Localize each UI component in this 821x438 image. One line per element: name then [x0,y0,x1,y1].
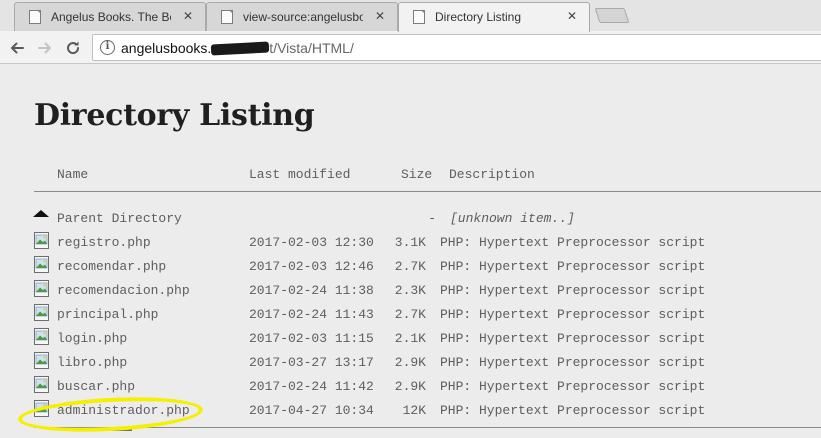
footer-divider [34,427,821,428]
file-description: PHP: Hypertext Preprocessor script [440,331,706,346]
file-name-cell[interactable]: principal.php [57,307,158,322]
file-modified: 2017-02-24 11:43 [249,307,374,322]
file-size: 2.9K [394,379,426,394]
parent-directory-row: Parent Directory - [unknown item..] [0,206,821,230]
column-header-size[interactable]: Size [401,167,432,182]
file-link[interactable]: administrador.php [57,403,190,418]
file-row: administrador.php 2017-04-27 10:34 12K PHP:… [0,398,821,422]
file-modified: 2017-02-03 12:46 [249,259,374,274]
tab-directory-listing[interactable]: Directory Listing ✕ [398,2,590,32]
file-description: PHP: Hypertext Preprocessor script [440,355,706,370]
file-name-cell[interactable]: recomendacion.php [57,283,190,298]
file-modified: 2017-03-27 13:17 [249,355,374,370]
browser-toolbar: i angelusbooks. t/Vista/HTML/ [0,31,821,64]
file-name-cell[interactable]: libro.php [57,355,127,370]
page-icon [413,10,425,24]
file-row: libro.php 2017-03-27 13:17 2.9K PHP: Hypert… [0,350,821,374]
url-host: angelusbooks. [121,40,212,56]
file-name-cell[interactable]: administrador.php [57,403,190,418]
file-size: 3.1K [394,235,426,250]
file-link[interactable]: login.php [57,331,127,346]
forward-button[interactable] [34,37,56,59]
page-icon [29,10,41,24]
url-text[interactable]: angelusbooks. t/Vista/HTML/ [121,40,354,56]
page-icon [221,10,233,24]
parent-description: [unknown item..] [450,211,575,226]
page-content: Directory Listing Name Last modified Siz… [0,64,821,438]
tab-strip: Angelus Books. The Best ✕ view-source:an… [0,0,821,32]
file-link[interactable]: recomendacion.php [57,283,190,298]
column-header-last-modified[interactable]: Last modified [249,167,350,182]
url-path: /Vista/HTML/ [273,40,354,56]
file-name-cell[interactable]: registro.php [57,235,151,250]
file-icon [34,280,49,301]
parent-directory-icon [33,210,49,217]
tab-angelus-books[interactable]: Angelus Books. The Best ✕ [14,2,206,31]
footer-divider-mark [90,428,132,431]
back-button[interactable] [6,37,28,59]
new-tab-button[interactable] [594,8,630,23]
file-modified: 2017-04-27 10:34 [249,403,374,418]
file-size: 12K [402,403,426,418]
tab-title: Angelus Books. The Best [51,10,171,24]
header-divider [34,191,821,192]
parent-size: - [428,211,436,226]
address-bar[interactable]: i angelusbooks. t/Vista/HTML/ [92,34,821,61]
file-link[interactable]: principal.php [57,307,158,322]
file-row: registro.php 2017-02-03 12:30 3.1K PHP: Hyp… [0,230,821,254]
file-description: PHP: Hypertext Preprocessor script [440,259,706,274]
file-name-cell[interactable]: recomendar.php [57,259,166,274]
reload-button[interactable] [62,37,84,59]
file-modified: 2017-02-24 11:38 [249,283,374,298]
file-description: PHP: Hypertext Preprocessor script [440,307,706,322]
file-row: recomendacion.php 2017-02-24 11:38 2.3K PHP… [0,278,821,302]
close-icon[interactable]: ✕ [375,9,385,23]
file-description: PHP: Hypertext Preprocessor script [440,379,706,394]
file-size: 2.9K [394,355,426,370]
file-icon [34,304,49,325]
close-icon[interactable]: ✕ [183,9,193,23]
column-header-description[interactable]: Description [449,167,535,182]
column-header-name[interactable]: Name [57,167,88,182]
file-icon [34,232,49,253]
info-icon[interactable]: i [100,40,115,55]
back-arrow-icon [11,42,24,54]
file-modified: 2017-02-24 11:42 [249,379,374,394]
file-description: PHP: Hypertext Preprocessor script [440,235,706,250]
file-link[interactable]: libro.php [57,355,127,370]
file-link[interactable]: buscar.php [57,379,135,394]
file-row: login.php 2017-02-03 11:15 2.1K PHP: Hypert… [0,326,821,350]
tab-title: view-source:angelusbook [243,10,363,24]
file-link[interactable]: registro.php [57,235,151,250]
file-size: 2.7K [394,259,426,274]
file-name-cell[interactable]: buscar.php [57,379,135,394]
tab-view-source[interactable]: view-source:angelusbook ✕ [206,2,398,31]
file-description: PHP: Hypertext Preprocessor script [440,283,706,298]
redaction-mark [211,41,270,56]
file-modified: 2017-02-03 11:15 [249,331,374,346]
file-row: buscar.php 2017-02-24 11:42 2.9K PHP: Hyper… [0,374,821,398]
file-size: 2.3K [394,283,426,298]
file-icon [34,256,49,277]
tab-title: Directory Listing [435,10,522,24]
forward-arrow-icon [38,42,51,54]
file-icon [34,400,49,421]
file-row: principal.php 2017-02-24 11:43 2.7K PHP: Hy… [0,302,821,326]
parent-directory-label[interactable]: Parent Directory [57,211,182,226]
file-link[interactable]: recomendar.php [57,259,166,274]
file-description: PHP: Hypertext Preprocessor script [440,403,706,418]
file-icon [34,328,49,349]
reload-icon [67,41,80,55]
file-modified: 2017-02-03 12:30 [249,235,374,250]
page-title: Directory Listing [34,98,315,133]
file-size: 2.1K [394,331,426,346]
file-icon [34,376,49,397]
parent-directory-link[interactable]: Parent Directory [57,211,182,226]
file-name-cell[interactable]: login.php [57,331,127,346]
close-icon[interactable]: ✕ [567,9,577,23]
file-icon [34,352,49,373]
file-size: 2.7K [394,307,426,322]
file-row: recomendar.php 2017-02-03 12:46 2.7K PHP: H… [0,254,821,278]
